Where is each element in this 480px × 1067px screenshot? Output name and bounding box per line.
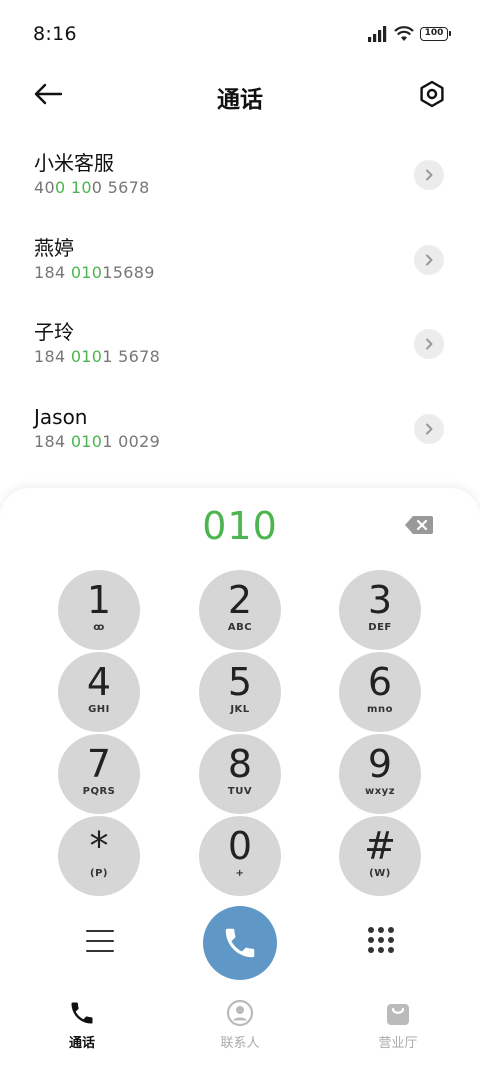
battery-icon: 100	[420, 27, 451, 41]
dialpad-sheet: 010 1 ꝏ 2 ABC 3 DEF 4 GHI 5 JKL 6 mno 7 …	[0, 488, 480, 1067]
status-icons: 100	[368, 26, 451, 42]
detail-button[interactable]	[414, 413, 444, 444]
dial-key-0[interactable]: 0 +	[199, 816, 281, 896]
contact-number: 184 01015689	[34, 262, 155, 282]
dial-key-7[interactable]: 7 PQRS	[58, 734, 140, 814]
settings-button[interactable]	[414, 76, 450, 112]
call-button[interactable]	[203, 906, 277, 980]
menu-button[interactable]	[86, 928, 114, 954]
nav-tab-calls[interactable]: 通话	[37, 998, 127, 1051]
dial-key-9[interactable]: 9 wxyz	[339, 734, 421, 814]
menu-icon	[86, 930, 114, 932]
result-row[interactable]: 子玲 184 0101 5678	[0, 302, 480, 387]
chevron-right-icon	[426, 423, 433, 434]
detail-button[interactable]	[414, 329, 444, 359]
search-results-list: 小米客服 400 100 5678 燕婷 184 01015689 子玲 184…	[0, 133, 480, 471]
backspace-icon	[405, 516, 433, 534]
shopping-bag-icon	[387, 1004, 409, 1025]
status-time: 8:16	[33, 23, 77, 45]
dialpad-toggle-button[interactable]	[368, 927, 394, 953]
dial-key-star[interactable]: * (P)	[58, 816, 140, 896]
dial-key-5[interactable]: 5 JKL	[199, 652, 281, 732]
page-title: 通话	[217, 87, 263, 113]
wifi-icon	[394, 26, 414, 41]
contact-icon	[226, 999, 254, 1027]
phone-icon	[225, 928, 255, 958]
phone-icon	[71, 1002, 93, 1024]
chevron-right-icon	[426, 169, 433, 181]
chevron-right-icon	[426, 338, 433, 350]
voicemail-icon: ꝏ	[93, 622, 105, 633]
dial-key-2[interactable]: 2 ABC	[199, 570, 281, 650]
nav-label: 营业厅	[378, 1036, 418, 1051]
result-row[interactable]: 小米客服 400 100 5678	[0, 133, 480, 218]
dial-key-1[interactable]: 1 ꝏ	[58, 570, 140, 650]
result-row[interactable]: Jason 184 0101 0029	[0, 387, 480, 472]
result-row[interactable]: 燕婷 184 01015689	[0, 218, 480, 303]
detail-button[interactable]	[414, 160, 444, 190]
settings-hexagon-icon	[420, 80, 444, 108]
nav-label: 联系人	[220, 1036, 260, 1051]
contact-number: 184 0101 0029	[34, 431, 161, 451]
bottom-nav: 通话 联系人 营业厅	[0, 998, 480, 1067]
dial-key-4[interactable]: 4 GHI	[58, 652, 140, 732]
detail-button[interactable]	[414, 244, 444, 275]
backspace-button[interactable]	[404, 514, 434, 536]
top-bar: 通话	[0, 68, 480, 122]
contact-number: 400 100 5678	[34, 178, 150, 197]
nav-label: 通话	[68, 1036, 95, 1051]
nav-tab-contacts[interactable]: 联系人	[195, 998, 285, 1051]
dial-key-3[interactable]: 3 DEF	[339, 570, 421, 650]
contact-number: 184 0101 5678	[34, 347, 161, 366]
status-bar: 8:16 100	[0, 0, 480, 68]
dialpad-grid-icon	[368, 927, 374, 933]
signal-icon	[368, 26, 387, 42]
contact-name: 燕婷	[34, 235, 74, 260]
contact-name: Jason	[34, 404, 88, 429]
nav-tab-store[interactable]: 营业厅	[353, 998, 443, 1051]
chevron-right-icon	[426, 254, 433, 265]
dial-key-hash[interactable]: # (W)	[339, 816, 421, 896]
dial-key-8[interactable]: 8 TUV	[199, 734, 281, 814]
dial-key-6[interactable]: 6 mno	[339, 652, 421, 732]
